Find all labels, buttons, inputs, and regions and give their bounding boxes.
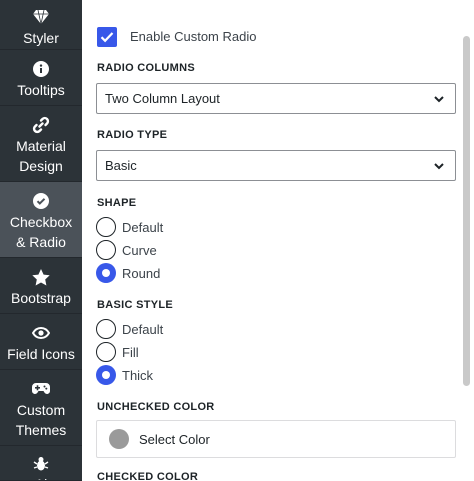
radio-label: Default	[122, 321, 164, 337]
sidebar-item-material-design[interactable]: Material Design	[0, 106, 82, 182]
radio-label: Curve	[122, 242, 157, 258]
sidebar-item-label: Field Icons	[7, 346, 75, 362]
checked-color-label: CHECKED COLOR	[97, 471, 199, 481]
radio-type-label: RADIO TYPE	[97, 129, 168, 141]
basic-style-option-fill[interactable]: Fill	[96, 342, 139, 362]
radio-label: Round	[122, 265, 161, 281]
radio-label: Fill	[122, 344, 139, 360]
unchecked-color-label: UNCHECKED COLOR	[97, 401, 215, 413]
radio-button[interactable]	[96, 319, 116, 339]
gamepad-icon	[32, 380, 50, 398]
basic-style-option-default[interactable]: Default	[96, 319, 163, 339]
radio-button[interactable]	[96, 240, 116, 260]
sidebar-item-styler[interactable]: Styler	[0, 0, 82, 50]
info-icon	[32, 60, 50, 78]
radio-type-select[interactable]: Basic	[96, 150, 456, 181]
sidebar: Styler Tooltips Material Design Checkbox…	[0, 0, 82, 481]
sidebar-item-label: Tooltips	[17, 82, 65, 98]
bug-icon	[32, 456, 50, 472]
radio-button-selected[interactable]	[96, 365, 116, 385]
sidebar-item-field-icons[interactable]: Field Icons	[0, 314, 82, 370]
sidebar-item-tooltips[interactable]: Tooltips	[0, 50, 82, 106]
sidebar-item-label: Custom Themes	[15, 402, 67, 438]
basic-style-option-thick[interactable]: Thick	[96, 365, 153, 385]
radio-type-value: Basic	[105, 158, 137, 173]
shape-option-curve[interactable]: Curve	[96, 240, 157, 260]
radio-label: Default	[122, 219, 164, 235]
radio-columns-select[interactable]: Two Column Layout	[96, 83, 456, 114]
shape-option-round[interactable]: Round	[96, 263, 160, 283]
enable-custom-radio-checkbox[interactable]	[97, 27, 117, 47]
sidebar-item-checkbox-radio[interactable]: Checkbox & Radio	[0, 182, 82, 258]
shape-label: SHAPE	[97, 197, 137, 209]
basic-style-label: BASIC STYLE	[97, 299, 174, 311]
radio-button[interactable]	[96, 217, 116, 237]
select-color-label: Select Color	[139, 431, 210, 447]
scrollbar[interactable]	[463, 36, 470, 386]
radio-label: Thick	[122, 367, 154, 383]
radio-button-selected[interactable]	[96, 263, 116, 283]
sidebar-item-label: Checkbox & Radio	[9, 214, 73, 250]
sidebar-item-label: Material Design	[16, 138, 66, 174]
radio-button[interactable]	[96, 342, 116, 362]
sidebar-item-label: Bootstrap	[11, 290, 71, 306]
shape-option-default[interactable]: Default	[96, 217, 163, 237]
sidebar-item-bootstrap[interactable]: Bootstrap	[0, 258, 82, 314]
sidebar-item-partial[interactable]: Al	[0, 446, 82, 481]
checkmark-icon	[100, 32, 114, 43]
sidebar-item-label: Al	[35, 474, 47, 480]
check-circle-icon	[32, 192, 50, 210]
chevron-down-icon	[433, 93, 445, 108]
radio-columns-label: RADIO COLUMNS	[97, 62, 196, 74]
star-icon	[32, 268, 50, 286]
sidebar-item-custom-themes[interactable]: Custom Themes	[0, 370, 82, 446]
sidebar-item-label: Styler	[23, 30, 59, 46]
diamond-icon	[32, 8, 50, 26]
unchecked-color-picker[interactable]: Select Color	[96, 420, 456, 458]
enable-custom-radio-label: Enable Custom Radio	[130, 29, 257, 44]
color-swatch	[109, 429, 129, 449]
eye-icon	[32, 324, 50, 342]
link-icon	[32, 116, 50, 134]
radio-columns-value: Two Column Layout	[105, 91, 220, 106]
chevron-down-icon	[433, 160, 445, 175]
